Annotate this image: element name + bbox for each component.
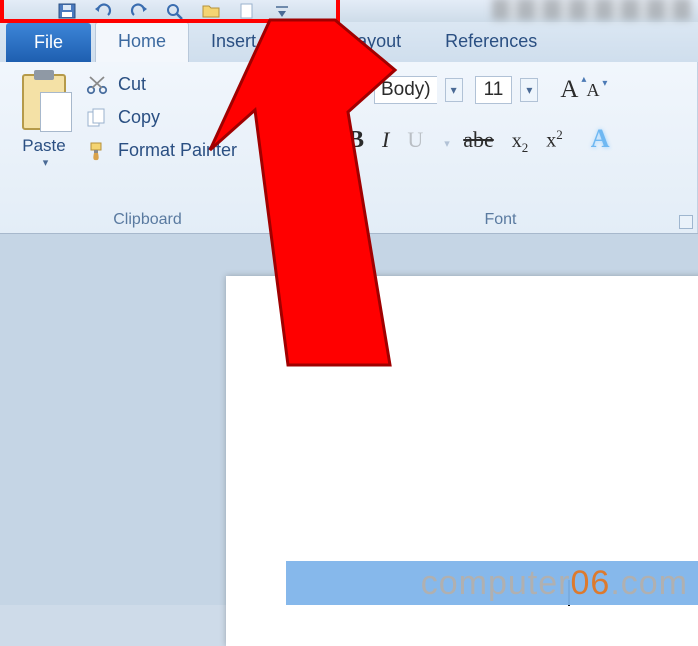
font-name-dropdown-icon[interactable]: ▾: [445, 78, 463, 102]
tab-insert[interactable]: Insert: [189, 23, 278, 62]
undo-icon[interactable]: [94, 3, 112, 19]
new-icon[interactable]: [238, 3, 256, 19]
paste-icon: [22, 74, 66, 130]
superscript-button[interactable]: x2: [546, 127, 563, 153]
ribbon: Paste Cut Copy: [0, 62, 698, 234]
subscript-button[interactable]: x2: [512, 130, 529, 156]
underline-dropdown[interactable]: [441, 127, 445, 153]
print-preview-icon[interactable]: [166, 3, 184, 19]
customize-qat-icon[interactable]: [274, 3, 292, 19]
watermark: computer06.com: [421, 564, 688, 603]
format-painter-button[interactable]: Format Painter: [86, 140, 237, 161]
redo-icon[interactable]: [130, 3, 148, 19]
shrink-font-button[interactable]: A▾: [586, 80, 599, 101]
group-font-label: Font: [314, 207, 687, 231]
cut-button[interactable]: Cut: [86, 74, 237, 95]
scissors-icon: [86, 75, 108, 95]
copy-button[interactable]: Copy: [86, 107, 237, 128]
paste-button[interactable]: Paste: [10, 70, 78, 171]
paste-label: Paste: [22, 136, 65, 156]
window-title-blurred: [492, 0, 692, 20]
tab-references[interactable]: References: [423, 23, 559, 62]
text-effects-button[interactable]: A: [591, 124, 610, 154]
cut-label: Cut: [118, 74, 146, 95]
font-size-dropdown-icon[interactable]: ▾: [520, 78, 538, 102]
document-workspace: [0, 234, 698, 605]
copy-icon: [86, 108, 108, 128]
font-name-combo[interactable]: Body): [374, 76, 437, 104]
font-dialog-launcher[interactable]: [679, 215, 693, 229]
group-clipboard: Paste Cut Copy: [0, 62, 296, 233]
watermark-part2: 06: [570, 564, 610, 602]
watermark-part3: .com: [610, 564, 688, 602]
paste-dropdown-icon[interactable]: [40, 156, 49, 169]
copy-label: Copy: [118, 107, 160, 128]
strikethrough-button[interactable]: abe: [463, 127, 494, 153]
watermark-part1: computer: [421, 564, 571, 602]
tab-file[interactable]: File: [6, 23, 91, 62]
group-clipboard-label: Clipboard: [10, 207, 285, 231]
bold-button[interactable]: B: [348, 127, 364, 154]
format-painter-label: Format Painter: [118, 140, 237, 161]
tab-page-layout[interactable]: Page Layout: [278, 23, 423, 62]
font-size-combo[interactable]: 11: [475, 76, 513, 104]
group-font: Body) ▾ 11 ▾ A▴ A▾ B I U abe x2 x2 A Fon…: [296, 62, 698, 233]
clipboard-dialog-launcher[interactable]: [277, 215, 291, 229]
save-icon[interactable]: [58, 3, 76, 19]
paintbrush-icon: [86, 141, 108, 161]
open-icon[interactable]: [202, 3, 220, 19]
ribbon-tabs: File Home Insert Page Layout References: [0, 22, 698, 62]
italic-button[interactable]: I: [382, 127, 389, 153]
underline-button[interactable]: U: [407, 127, 423, 153]
tab-home[interactable]: Home: [95, 22, 189, 62]
grow-font-button[interactable]: A▴: [560, 76, 578, 104]
